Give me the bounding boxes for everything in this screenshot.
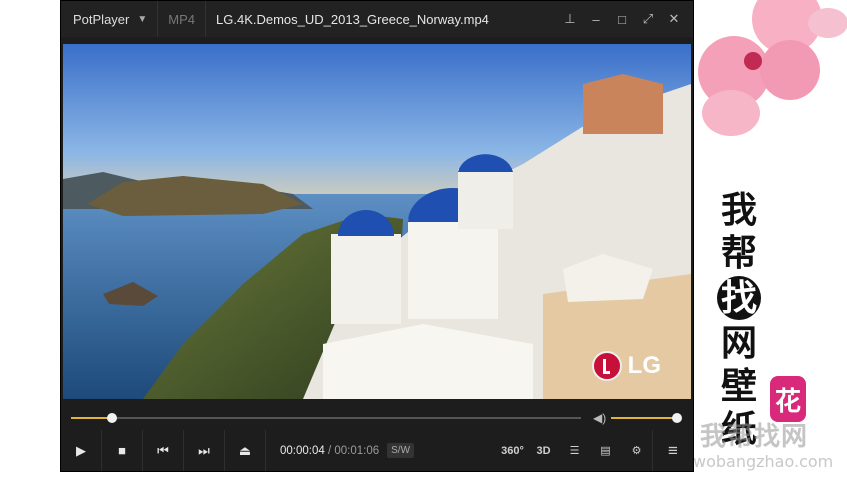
blossom-petal: [702, 90, 760, 136]
maximize-icon[interactable]: □: [611, 8, 633, 30]
title-bar[interactable]: PotPlayer ▼ MP4 LG.4K.Demos_UD_2013_Gree…: [61, 1, 693, 37]
playlist-button[interactable]: ☰: [559, 430, 590, 471]
santorini-scene: [63, 44, 691, 399]
eject-icon: ⏏: [238, 442, 252, 458]
seek-handle[interactable]: [106, 413, 117, 423]
stop-icon: ■: [118, 443, 126, 458]
lg-logo: LG: [591, 351, 661, 381]
current-time: 00:00:04: [280, 444, 325, 457]
file-title: LG.4K.Demos_UD_2013_Greece_Norway.mp4: [216, 11, 489, 27]
minimize-icon[interactable]: –: [585, 8, 607, 30]
vertical-char: 帮: [720, 232, 757, 274]
seek-bar[interactable]: [71, 413, 581, 423]
eject-button[interactable]: ⏏: [225, 430, 266, 471]
3d-icon: 3D: [536, 444, 551, 457]
gear-icon: ⚙: [631, 445, 642, 457]
time-display: 00:00:04 / 00:01:06: [280, 445, 379, 457]
watermark-url: wobangzhao.com: [693, 452, 834, 471]
vr360-icon: 360°: [501, 444, 524, 457]
vertical-char-circled: 找: [717, 276, 761, 320]
video-frame[interactable]: LG: [63, 44, 691, 399]
app-name: PotPlayer: [73, 11, 130, 27]
potplayer-window: PotPlayer ▼ MP4 LG.4K.Demos_UD_2013_Gree…: [60, 0, 694, 472]
vertical-char: 我: [720, 189, 757, 231]
seek-row: ◀): [61, 409, 693, 427]
play-button[interactable]: ▶: [61, 430, 102, 471]
chapters-icon: ▤: [600, 445, 611, 457]
vertical-char: 壁: [720, 365, 757, 407]
right-controls: 360° 3D ☰ ▤ ⚙ ≡: [497, 430, 693, 471]
main-menu-button[interactable]: ≡: [652, 430, 693, 471]
time-separator: /: [327, 444, 332, 457]
previous-icon: ⏮: [157, 442, 169, 458]
next-button[interactable]: ⏭: [184, 430, 225, 471]
pin-icon[interactable]: ⊥: [559, 8, 581, 30]
volume-slider[interactable]: [611, 413, 682, 423]
hamburger-icon: ≡: [668, 440, 678, 460]
sw-decoder-badge[interactable]: S/W: [387, 443, 415, 458]
play-icon: ▶: [76, 442, 86, 458]
blossom-petal: [760, 40, 820, 100]
duration: 00:01:06: [334, 444, 380, 457]
app-menu-button[interactable]: PotPlayer ▼: [61, 1, 159, 37]
format-label: MP4: [158, 1, 207, 37]
control-bar: ▶ ■ ⏮ ⏭ ⏏ 00:00:04 / 00:01:06 S/W 360° 3…: [61, 430, 693, 471]
window-controls: ⊥ – □ ⤢ ✕: [559, 8, 693, 30]
next-icon: ⏭: [198, 442, 210, 458]
previous-button[interactable]: ⏮: [143, 430, 184, 471]
volume-slider-fill: [611, 417, 677, 419]
blossom-petal: [808, 8, 847, 38]
vr360-button[interactable]: 360°: [497, 430, 528, 471]
3d-button[interactable]: 3D: [528, 430, 559, 471]
volume-handle[interactable]: [672, 413, 682, 423]
lg-logo-mark: [591, 351, 622, 381]
lg-logo-text: LG: [627, 352, 661, 379]
watermark-logo: 我帮找网: [700, 422, 809, 452]
close-icon[interactable]: ✕: [663, 8, 685, 30]
chapters-button[interactable]: ▤: [590, 430, 621, 471]
fullscreen-icon[interactable]: ⤢: [637, 8, 659, 30]
stop-button[interactable]: ■: [102, 430, 143, 471]
playlist-icon: ☰: [569, 445, 580, 457]
blossom-center: [744, 52, 762, 70]
seek-bar-fill: [71, 417, 112, 419]
settings-button[interactable]: ⚙: [621, 430, 652, 471]
vertical-char: 网: [720, 322, 757, 364]
vertical-title-text: 我 帮 找 网 壁 纸: [716, 190, 762, 449]
chevron-down-icon: ▼: [137, 13, 148, 25]
volume-icon[interactable]: ◀): [593, 411, 606, 425]
